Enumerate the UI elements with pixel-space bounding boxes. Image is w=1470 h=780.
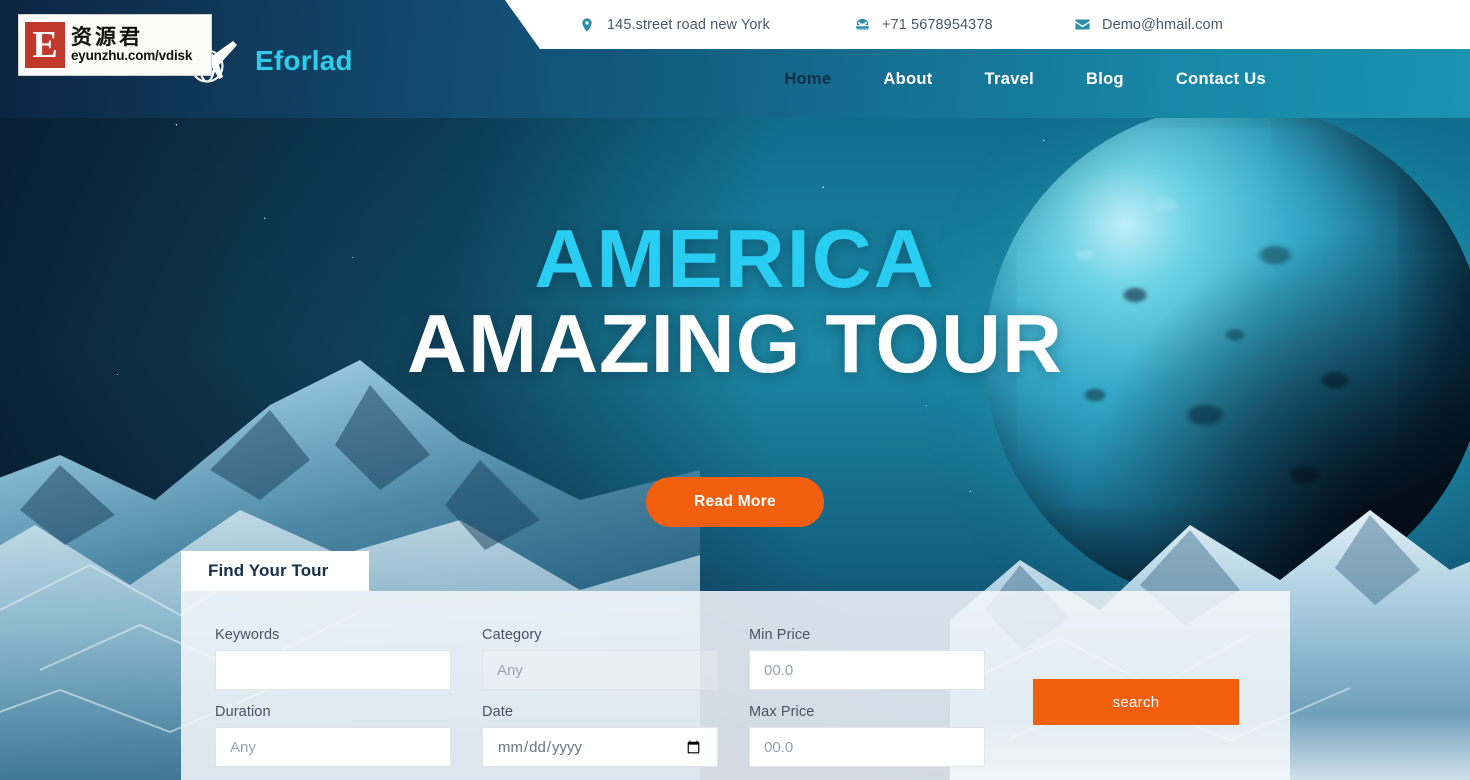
search-button-cell: search bbox=[1016, 627, 1256, 767]
field-keywords-label: Keywords bbox=[215, 627, 280, 643]
field-min-price: Min Price bbox=[749, 627, 985, 690]
page-root: 145.street road new York +71 5678954378 … bbox=[0, 0, 1470, 780]
keywords-input[interactable] bbox=[215, 650, 451, 690]
max-price-input[interactable] bbox=[749, 727, 985, 767]
field-date-label: Date bbox=[482, 704, 514, 720]
nav-item-travel[interactable]: Travel bbox=[959, 70, 1061, 89]
date-input[interactable] bbox=[482, 727, 718, 767]
field-keywords: Keywords bbox=[215, 627, 451, 690]
watermark-badge: E bbox=[25, 22, 65, 68]
contact-phone-text: +71 5678954378 bbox=[882, 16, 993, 33]
telephone-icon bbox=[853, 16, 871, 34]
min-price-input[interactable] bbox=[749, 650, 985, 690]
category-select[interactable]: Any bbox=[482, 650, 718, 690]
nav-item-contact-us[interactable]: Contact Us bbox=[1150, 70, 1292, 89]
contact-email-text: Demo@hmail.com bbox=[1102, 16, 1223, 33]
contact-phone: +71 5678954378 bbox=[853, 16, 1073, 34]
contact-address-text: 145.street road new York bbox=[607, 16, 770, 33]
contact-address: 145.street road new York bbox=[578, 16, 853, 34]
contact-list: 145.street road new York +71 5678954378 … bbox=[578, 16, 1223, 34]
tour-search-panel: Keywords Category Any Min Price search D… bbox=[181, 591, 1290, 780]
nav-item-about[interactable]: About bbox=[857, 70, 958, 89]
duration-input[interactable] bbox=[215, 727, 451, 767]
field-max-price-label: Max Price bbox=[749, 704, 815, 720]
hero-section: AMERICA AMAZING TOUR Read More bbox=[0, 118, 1470, 527]
field-duration-label: Duration bbox=[215, 704, 271, 720]
watermark-text: 资源君 eyunzhu.com/vdisk bbox=[71, 25, 193, 64]
tour-search-form: Keywords Category Any Min Price search D… bbox=[215, 627, 1256, 767]
hero-title-line2: AMAZING TOUR bbox=[407, 297, 1063, 391]
hero-title-line1: AMERICA bbox=[534, 212, 936, 305]
envelope-icon bbox=[1073, 16, 1091, 34]
watermark-chinese-title: 资源君 bbox=[71, 25, 143, 50]
watermark-overlay: E 资源君 eyunzhu.com/vdisk bbox=[18, 14, 212, 76]
field-category: Category Any bbox=[482, 627, 718, 690]
brand-name: Eforlad bbox=[255, 45, 353, 76]
find-your-tour-tab[interactable]: Find Your Tour bbox=[181, 551, 369, 591]
read-more-button[interactable]: Read More bbox=[646, 476, 824, 527]
nav-item-home[interactable]: Home bbox=[758, 70, 857, 89]
field-min-price-label: Min Price bbox=[749, 627, 811, 643]
field-max-price: Max Price bbox=[749, 704, 985, 767]
map-pin-icon bbox=[578, 16, 596, 34]
field-date: Date bbox=[482, 704, 718, 767]
contact-email: Demo@hmail.com bbox=[1073, 16, 1223, 34]
search-button[interactable]: search bbox=[1033, 679, 1239, 725]
field-category-label: Category bbox=[482, 627, 542, 643]
nav-item-blog[interactable]: Blog bbox=[1060, 70, 1150, 89]
field-duration: Duration bbox=[215, 704, 451, 767]
watermark-url: eyunzhu.com/vdisk bbox=[71, 48, 193, 64]
main-navigation: Home About Travel Blog Contact Us bbox=[758, 70, 1292, 89]
